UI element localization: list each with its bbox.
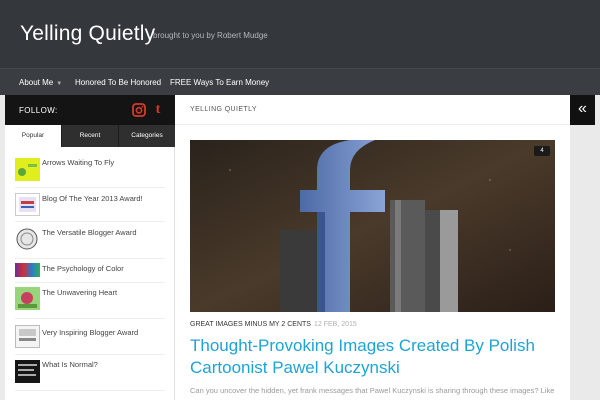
post-title: The Versatile Blogger Award — [42, 228, 137, 237]
tab-recent[interactable]: Recent — [62, 125, 118, 147]
main-content: YELLING QUIETLY 4 GREAT IMAGES MINUS MY … — [175, 95, 570, 400]
post-title: The Psychology of Color — [42, 264, 124, 273]
list-item[interactable]: What Is Normal? — [15, 355, 165, 391]
post-thumbnail — [15, 360, 40, 383]
featured-image[interactable]: 4 — [190, 140, 555, 312]
post-title: The Unwavering Heart — [42, 288, 118, 297]
list-item[interactable]: Blog Of The Year 2013 Award! — [15, 188, 165, 222]
main-nav: About Me ▼ Honored To Be Honored FREE Way… — [0, 68, 600, 95]
sidebar-collapse-button[interactable]: « — [570, 95, 595, 125]
post-thumbnail — [15, 325, 40, 348]
nav-item-label: About Me — [19, 78, 54, 87]
post-date: 12 FEB, 2015 — [313, 321, 357, 328]
post-title: Arrows Waiting To Fly — [42, 158, 115, 167]
instagram-icon[interactable] — [132, 103, 146, 117]
post-category-link[interactable]: GREAT IMAGES MINUS MY 2 CENTS — [190, 321, 311, 328]
post-title: What Is Normal? — [42, 360, 98, 369]
list-item[interactable]: Very Inspiring Blogger Award — [15, 319, 165, 355]
tab-categories[interactable]: Categories — [119, 125, 175, 147]
list-item[interactable]: The Unwavering Heart — [15, 283, 165, 319]
list-item[interactable]: The Psychology of Color — [15, 259, 165, 283]
follow-bar: FOLLOW: t — [5, 95, 175, 125]
page-title-bar: YELLING QUIETLY — [175, 95, 570, 125]
site-header: Yelling Quietly brought to you by Robert… — [0, 0, 600, 68]
tab-popular[interactable]: Popular — [5, 125, 61, 147]
sidebar: FOLLOW: t Popular Recent Categories Arro… — [5, 95, 175, 400]
post-title-link[interactable]: Thought-Provoking Images Created By Poli… — [190, 335, 560, 379]
site-tagline: brought to you by Robert Mudge — [153, 31, 268, 40]
post-thumbnail — [15, 227, 40, 250]
list-item[interactable]: Arrows Waiting To Fly — [15, 155, 165, 188]
post-thumbnail — [15, 193, 40, 216]
post-thumbnail — [15, 263, 40, 277]
list-item[interactable]: The Versatile Blogger Award — [15, 222, 165, 259]
post-excerpt: Can you uncover the hidden, yet frank me… — [190, 386, 555, 395]
site-title[interactable]: Yelling Quietly — [20, 22, 155, 46]
page-title: YELLING QUIETLY — [190, 106, 257, 113]
post-meta: GREAT IMAGES MINUS MY 2 CENTS 12 FEB, 201… — [190, 321, 357, 328]
post-thumbnail — [15, 287, 40, 310]
post-title: Very Inspiring Blogger Award — [42, 328, 139, 337]
chevron-down-icon: ▼ — [56, 81, 63, 87]
tumblr-icon[interactable]: t — [151, 103, 165, 117]
nav-item-honored[interactable]: Honored To Be Honored — [75, 78, 161, 87]
nav-item-about-me[interactable]: About Me ▼ — [19, 78, 62, 87]
post-thumbnail — [15, 158, 40, 181]
follow-label: FOLLOW: — [19, 106, 58, 115]
post-title: Blog Of The Year 2013 Award! — [42, 194, 143, 203]
comment-count-badge[interactable]: 4 — [534, 146, 550, 156]
nav-item-free-ways[interactable]: FREE Ways To Earn Money — [170, 78, 269, 87]
sidebar-tabs: Popular Recent Categories — [5, 125, 175, 147]
